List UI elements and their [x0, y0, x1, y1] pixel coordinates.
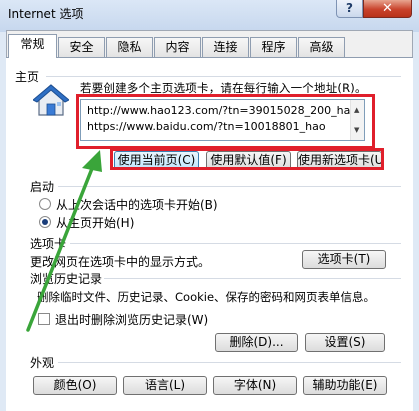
divider — [104, 278, 401, 279]
divider — [58, 362, 401, 363]
history-description: 删除临时文件、历史记录、Cookie、保存的密码和网页表单信息。 — [37, 290, 376, 304]
tabs-description: 更改网页在选项卡中的显示方式。 — [30, 255, 211, 269]
startup-section-label: 启动 — [30, 180, 55, 194]
use-default-button[interactable]: 使用默认值(F) — [206, 151, 291, 170]
homepage-url-line: https://www.baidu.com/?tn=10018801_hao — [87, 120, 326, 133]
delete-on-exit-checkbox[interactable] — [38, 313, 50, 325]
scroll-up-icon[interactable]: ▲ — [354, 102, 359, 118]
colors-button[interactable]: 颜色(O) — [33, 376, 117, 395]
scroll-down-icon[interactable]: ▼ — [354, 122, 359, 138]
tab-security[interactable]: 安全 — [58, 37, 105, 57]
divider — [70, 243, 401, 244]
help-button[interactable]: ? — [336, 0, 363, 18]
appearance-section-label: 外观 — [30, 356, 55, 370]
use-current-button[interactable]: 使用当前页(C) — [114, 151, 199, 170]
startup-homepage-radio[interactable] — [39, 216, 51, 228]
languages-button[interactable]: 语言(L) — [123, 376, 207, 395]
title-bar: Internet 选项 ? ✕ — [0, 0, 419, 32]
tab-strip: 常规 安全 隐私 内容 连接 程序 高级 — [6, 34, 406, 58]
divider — [58, 186, 401, 187]
accessibility-button[interactable]: 辅助功能(E) — [303, 376, 387, 395]
tab-content[interactable]: 内容 — [154, 37, 201, 57]
house-icon — [33, 84, 69, 116]
tab-advanced[interactable]: 高级 — [298, 37, 345, 57]
divider — [46, 76, 401, 77]
homepage-url-line: http://www.hao123.com/?tn=39015028_200_h… — [87, 104, 358, 117]
delete-history-button[interactable]: 删除(D)... — [215, 333, 298, 352]
homepage-urls-textarea[interactable]: http://www.hao123.com/?tn=39015028_200_h… — [80, 99, 365, 141]
tabs-settings-button[interactable]: 选项卡(T) — [302, 250, 386, 269]
startup-last-session-label: 从上次会话中的选项卡开始(B) — [56, 198, 218, 212]
tab-connections[interactable]: 连接 — [202, 37, 249, 57]
fonts-button[interactable]: 字体(N) — [213, 376, 297, 395]
tab-general[interactable]: 常规 — [8, 34, 57, 58]
tabs-section-label: 选项卡 — [30, 237, 67, 251]
history-section-label: 浏览历史记录 — [30, 272, 103, 286]
tab-programs[interactable]: 程序 — [250, 37, 297, 57]
close-button[interactable]: ✕ — [363, 0, 412, 18]
use-new-tab-button[interactable]: 使用新选项卡(U) — [297, 151, 382, 170]
textarea-scrollbar[interactable]: ▲ ▼ — [350, 100, 364, 140]
window-title: Internet 选项 — [8, 7, 84, 21]
delete-on-exit-label: 退出时删除浏览历史记录(W) — [55, 313, 209, 327]
homepage-hint: 若要创建多个主页选项卡，请在每行输入一个地址(R)。 — [80, 81, 367, 95]
startup-last-session-radio[interactable] — [39, 198, 51, 210]
startup-homepage-label: 从主页开始(H) — [56, 216, 135, 230]
tab-privacy[interactable]: 隐私 — [106, 37, 153, 57]
history-settings-button[interactable]: 设置(S) — [305, 333, 385, 352]
